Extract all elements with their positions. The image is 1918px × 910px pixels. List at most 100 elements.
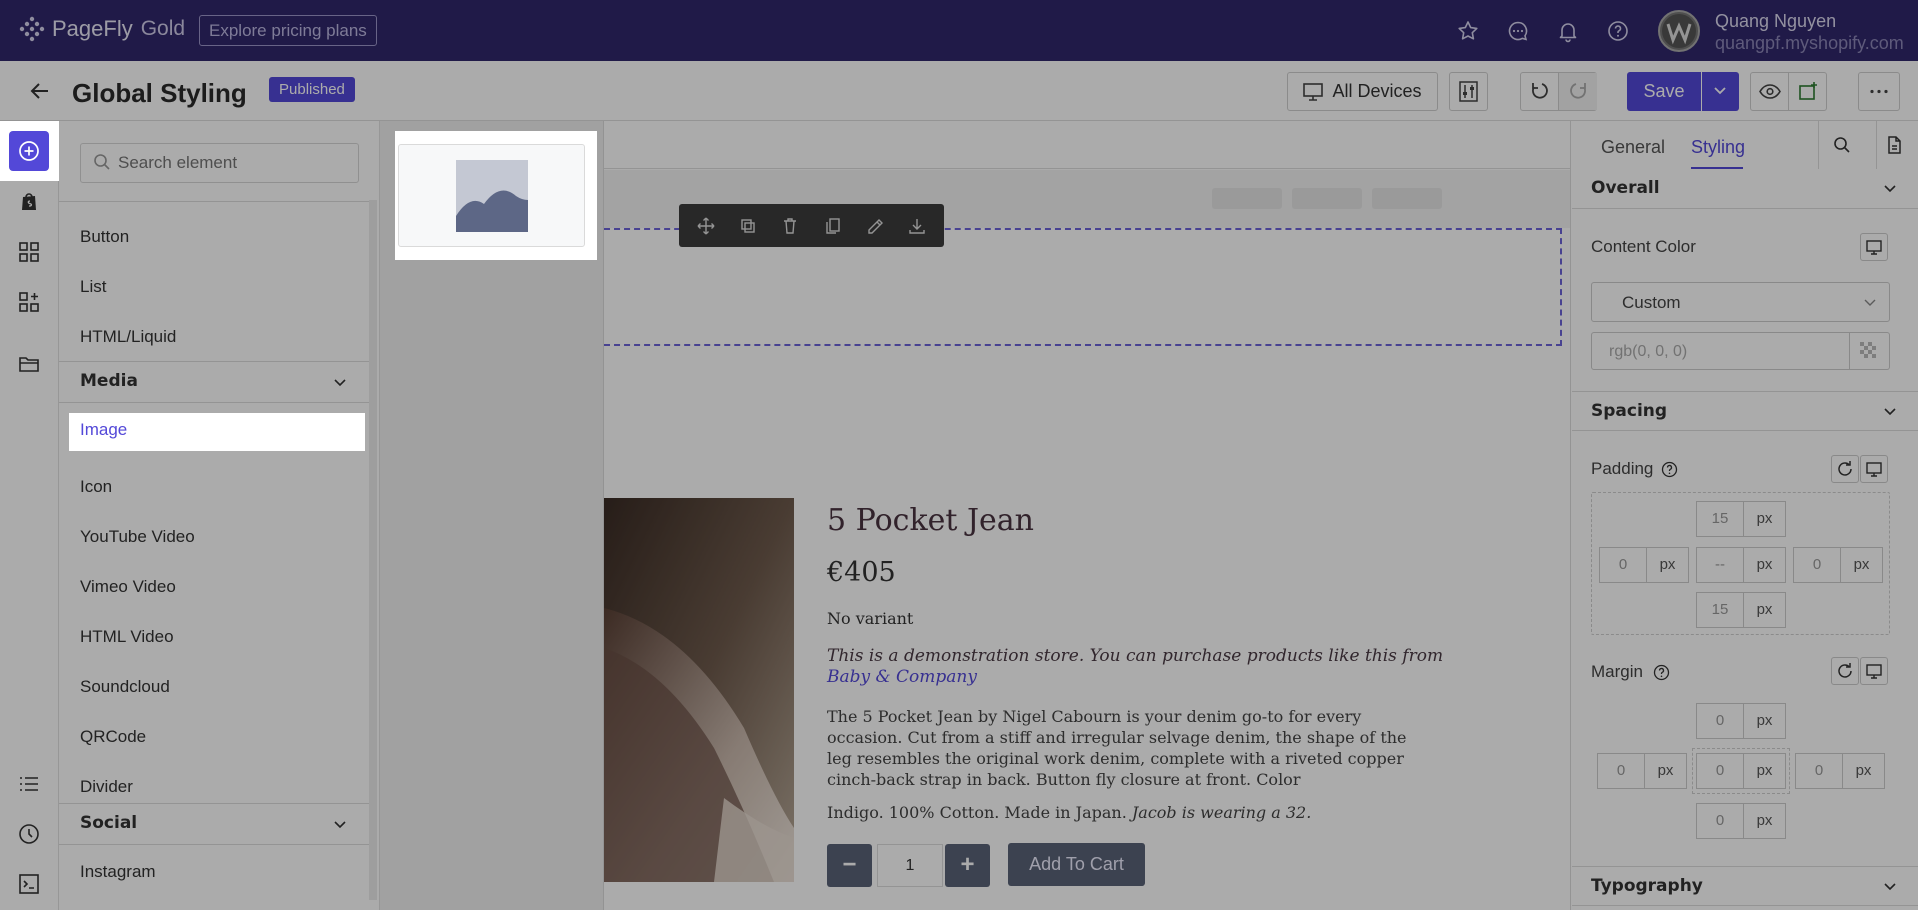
padding-bottom-unit[interactable]: px bbox=[1743, 592, 1786, 628]
margin-bottom-input[interactable]: 0 bbox=[1696, 803, 1744, 839]
device-toggle-button[interactable] bbox=[1860, 455, 1888, 483]
quantity-plus-button[interactable]: + bbox=[945, 844, 990, 887]
brand-tier: Gold bbox=[140, 17, 186, 40]
padding-right-unit[interactable]: px bbox=[1840, 547, 1883, 583]
product-image[interactable] bbox=[604, 498, 794, 882]
tab-styling[interactable]: Styling bbox=[1691, 137, 1745, 158]
device-toggle-button[interactable] bbox=[1860, 233, 1888, 261]
element-item-html-video[interactable]: HTML Video bbox=[80, 627, 174, 647]
reset-margin-button[interactable] bbox=[1831, 657, 1859, 685]
element-item-image[interactable]: Image bbox=[69, 413, 365, 451]
divider bbox=[1818, 121, 1819, 170]
element-item-vimeo-video[interactable]: Vimeo Video bbox=[80, 577, 176, 597]
move-icon[interactable] bbox=[696, 216, 716, 236]
search-element-input[interactable] bbox=[80, 143, 359, 183]
reset-padding-button[interactable] bbox=[1831, 455, 1859, 483]
quantity-input[interactable]: 1 bbox=[877, 844, 943, 887]
undo-button[interactable] bbox=[1521, 73, 1559, 110]
star-icon[interactable] bbox=[1456, 19, 1480, 43]
element-item-divider[interactable]: Divider bbox=[80, 777, 133, 797]
device-toggle-button[interactable] bbox=[1860, 657, 1888, 685]
element-item-list[interactable]: List bbox=[80, 277, 106, 297]
redo-button[interactable] bbox=[1559, 73, 1597, 110]
color-value-input[interactable]: rgb(0, 0, 0) bbox=[1591, 332, 1850, 370]
element-item-button[interactable]: Button bbox=[80, 227, 129, 247]
padding-left-input[interactable]: 0 bbox=[1599, 547, 1647, 583]
margin-left-unit[interactable]: px bbox=[1644, 753, 1687, 789]
canvas-top-strip bbox=[604, 121, 1570, 169]
page-settings-button[interactable] bbox=[1449, 72, 1488, 111]
demo-store-link[interactable]: Baby & Company bbox=[827, 667, 977, 687]
element-item-youtube-video[interactable]: YouTube Video bbox=[80, 527, 195, 547]
tab-general[interactable]: General bbox=[1601, 137, 1665, 158]
duplicate-icon[interactable] bbox=[738, 216, 758, 236]
margin-right-input[interactable]: 0 bbox=[1795, 753, 1843, 789]
save-button[interactable]: Save bbox=[1627, 72, 1701, 111]
margin-right-unit[interactable]: px bbox=[1842, 753, 1885, 789]
panel-scrollbar[interactable] bbox=[369, 200, 377, 900]
element-item-html-liquid[interactable]: HTML/Liquid bbox=[80, 327, 176, 347]
sections-icon[interactable] bbox=[17, 290, 41, 314]
margin-center-input[interactable]: 0 bbox=[1696, 753, 1744, 789]
publish-store-button[interactable] bbox=[1789, 73, 1827, 110]
header-placeholder bbox=[1292, 188, 1362, 209]
element-item-qrcode[interactable]: QRCode bbox=[80, 727, 146, 747]
margin-left-input[interactable]: 0 bbox=[1597, 753, 1645, 789]
add-element-button[interactable] bbox=[9, 131, 49, 171]
padding-bottom-input[interactable]: 15 bbox=[1696, 592, 1744, 628]
element-item-icon[interactable]: Icon bbox=[80, 477, 112, 497]
history-clock-icon[interactable] bbox=[17, 822, 41, 846]
terminal-icon[interactable] bbox=[17, 872, 41, 896]
social-section-header[interactable]: Social bbox=[59, 803, 371, 845]
help-icon[interactable] bbox=[1661, 461, 1678, 478]
bell-icon[interactable] bbox=[1556, 19, 1580, 43]
style-brush-icon[interactable] bbox=[865, 216, 885, 236]
padding-top-input[interactable]: 15 bbox=[1696, 501, 1744, 537]
media-section-header[interactable]: Media bbox=[59, 361, 371, 403]
typography-section-header[interactable]: Typography bbox=[1572, 866, 1918, 906]
delete-icon[interactable] bbox=[780, 216, 800, 236]
document-icon[interactable] bbox=[1884, 135, 1904, 155]
margin-center-unit[interactable]: px bbox=[1743, 753, 1786, 789]
help-icon[interactable] bbox=[1653, 664, 1670, 681]
padding-left-unit[interactable]: px bbox=[1646, 547, 1689, 583]
element-item-instagram[interactable]: Instagram bbox=[80, 862, 156, 882]
user-avatar[interactable] bbox=[1658, 10, 1700, 52]
element-item-soundcloud[interactable]: Soundcloud bbox=[80, 677, 170, 697]
padding-top-unit[interactable]: px bbox=[1743, 501, 1786, 537]
pagefly-logo[interactable]: PageFly Gold bbox=[18, 15, 185, 43]
margin-bottom-unit[interactable]: px bbox=[1743, 803, 1786, 839]
padding-right-input[interactable]: 0 bbox=[1793, 547, 1841, 583]
header-placeholder bbox=[1372, 188, 1442, 209]
list-icon[interactable] bbox=[17, 772, 41, 796]
user-shop: quangpf.myshopify.com bbox=[1715, 33, 1904, 53]
copy-icon[interactable] bbox=[823, 216, 843, 236]
save-dropdown-button[interactable] bbox=[1702, 72, 1739, 111]
add-to-cart-button[interactable]: Add To Cart bbox=[1008, 843, 1145, 886]
overall-section-header[interactable]: Overall bbox=[1572, 169, 1918, 209]
save-template-icon[interactable] bbox=[907, 216, 927, 236]
explore-pricing-button[interactable]: Explore pricing plans bbox=[199, 15, 377, 46]
device-selector-button[interactable]: All Devices bbox=[1287, 72, 1438, 111]
chevron-down-icon bbox=[1714, 87, 1726, 95]
shopify-icon[interactable] bbox=[17, 190, 41, 214]
folder-icon[interactable] bbox=[17, 352, 41, 376]
back-arrow-icon[interactable] bbox=[28, 79, 52, 103]
preview-button[interactable] bbox=[1751, 73, 1789, 110]
quantity-minus-button[interactable]: − bbox=[827, 844, 872, 887]
padding-center-input[interactable]: -- bbox=[1696, 547, 1744, 583]
device-label: All Devices bbox=[1332, 81, 1422, 101]
margin-top-input[interactable]: 0 bbox=[1696, 703, 1744, 739]
grid-icon[interactable] bbox=[17, 240, 41, 264]
search-icon[interactable] bbox=[1832, 135, 1852, 155]
header-placeholder bbox=[1212, 188, 1282, 209]
color-swatch[interactable] bbox=[1850, 332, 1890, 370]
history-controls bbox=[1520, 72, 1597, 111]
more-options-button[interactable] bbox=[1858, 72, 1900, 111]
color-mode-select[interactable]: Custom bbox=[1591, 282, 1890, 322]
help-icon[interactable] bbox=[1606, 19, 1630, 43]
margin-top-unit[interactable]: px bbox=[1743, 703, 1786, 739]
spacing-section-header[interactable]: Spacing bbox=[1572, 391, 1918, 431]
padding-center-unit[interactable]: px bbox=[1743, 547, 1786, 583]
chat-icon[interactable] bbox=[1506, 19, 1530, 43]
